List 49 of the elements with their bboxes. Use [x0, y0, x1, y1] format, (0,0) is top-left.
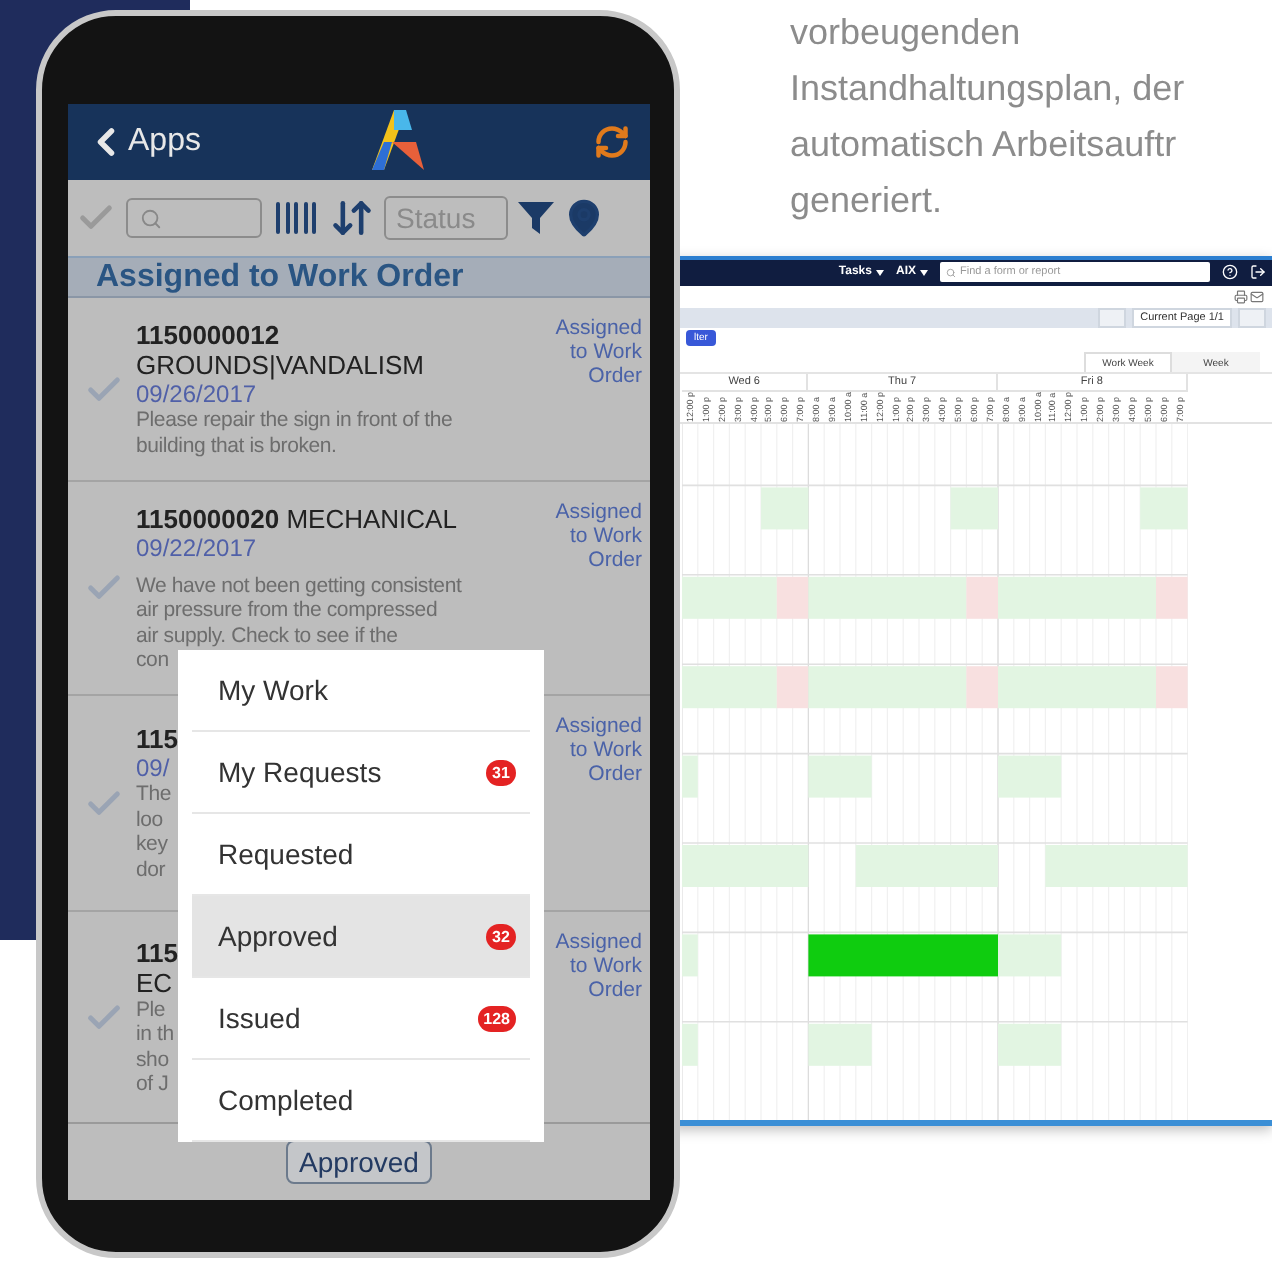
- work-order-title: 1150000012: [136, 320, 280, 350]
- work-order-row[interactable]: 1150000012 GROUNDS|VANDALISM 09/26/2017 Please repair the sign in front of the building that is broken. Assigned to Work Order: [68, 298, 650, 482]
- count-badge: 31: [486, 759, 516, 785]
- work-order-description: sho: [136, 1047, 169, 1072]
- logout-icon[interactable]: [1250, 264, 1266, 281]
- search-field[interactable]: [126, 198, 262, 238]
- work-order-title: 115: [136, 724, 178, 754]
- mail-icon[interactable]: [1250, 289, 1264, 304]
- printer-icon[interactable]: [1234, 289, 1248, 304]
- back-link[interactable]: Apps: [84, 120, 201, 164]
- refresh-icon[interactable]: [594, 124, 630, 160]
- work-order-date: 09/22/2017: [136, 533, 257, 561]
- work-order-description: dor: [136, 857, 166, 882]
- work-order-title: 1150000020 MECHANICAL: [136, 503, 457, 533]
- intro-text-line: vorbeugenden: [790, 10, 1023, 56]
- status-menu-item[interactable]: Approved 32: [192, 896, 530, 978]
- work-order-description: We have not been getting consistent: [136, 573, 462, 598]
- work-order-description: in th: [136, 1022, 174, 1047]
- work-order-description: The: [136, 782, 171, 807]
- work-order-title: 115: [136, 937, 178, 967]
- work-order-description: of J: [136, 1072, 169, 1097]
- work-order-description: Ple: [136, 997, 166, 1022]
- help-icon[interactable]: [1222, 264, 1238, 281]
- count-badge: 128: [477, 1005, 516, 1031]
- filter-icon[interactable]: [518, 200, 554, 236]
- map-pin-icon[interactable]: [564, 198, 604, 238]
- search-icon: [946, 267, 956, 278]
- work-order-description: Please repair the sign in front of the: [136, 408, 453, 433]
- intro-text-line: generiert.: [790, 178, 945, 224]
- work-order-date: 09/26/2017: [136, 380, 257, 408]
- work-order-title: EC: [136, 967, 173, 997]
- work-order-description: loo: [136, 807, 163, 832]
- work-order-description: con: [136, 648, 169, 673]
- intro-text-line: Instandhaltungsplan, der: [790, 66, 1185, 112]
- sort-icon[interactable]: [330, 196, 374, 240]
- work-order-date: 09/: [136, 754, 170, 782]
- caret-icon: [920, 269, 928, 276]
- section-title: Assigned to Work Order: [68, 258, 650, 298]
- work-order-title: GROUNDS|VANDALISM: [136, 350, 424, 380]
- intro-text-line: automatisch Arbeitsauftr: [790, 122, 1179, 168]
- status-filter-button[interactable]: Approved: [285, 1140, 433, 1184]
- work-order-description: air pressure from the compressed: [136, 598, 438, 623]
- search-icon: [140, 207, 162, 229]
- work-order-description: building that is broken.: [136, 433, 337, 458]
- count-badge: 32: [486, 923, 516, 949]
- work-order-description: key: [136, 832, 168, 857]
- work-order-description: air supply. Check to see if the: [136, 623, 398, 648]
- logo-icon: [367, 110, 428, 174]
- caret-icon: [875, 269, 884, 276]
